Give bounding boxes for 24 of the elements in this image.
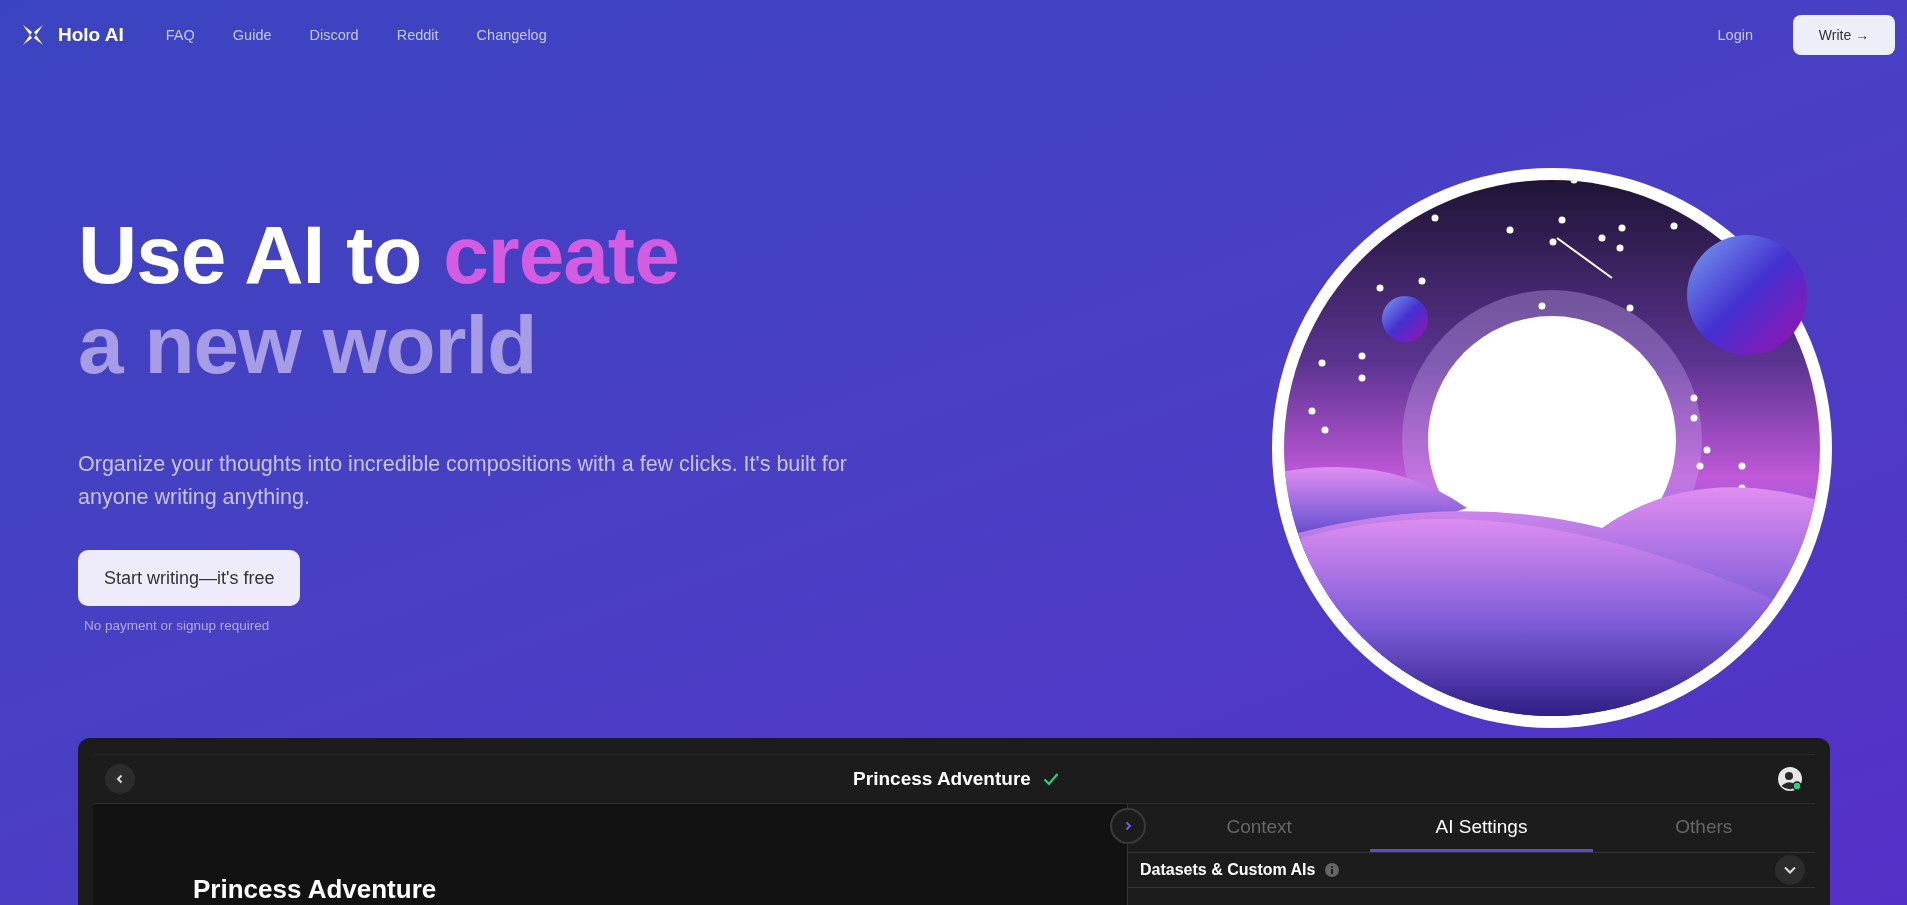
description: Organize your thoughts into incredible compositions with a few clicks. It's built for anyone writing anything. [78, 451, 848, 511]
brand-name: Holo AI [58, 24, 124, 46]
nav-link[interactable]: Reddit [396, 27, 439, 43]
nav-link[interactable]: Discord [309, 27, 359, 43]
write-button[interactable]: Write → [1793, 15, 1895, 55]
headline: Use AI to create [78, 210, 680, 300]
back-button[interactable] [105, 764, 135, 794]
logo-icon [22, 24, 44, 46]
nav-link[interactable]: Changelog [476, 27, 547, 43]
section-label: Datasets & Custom AIs [1140, 861, 1316, 879]
tab[interactable]: AI Settings [1370, 804, 1593, 852]
document-title: Princess Adventure [853, 768, 1031, 790]
subheadline: a new world [78, 300, 538, 390]
user-avatar-icon[interactable] [1777, 766, 1803, 792]
document-heading: Princess Adventure [193, 874, 438, 905]
start-writing-button[interactable]: Start writing—it's free [78, 550, 301, 606]
expand-section-button[interactable] [1775, 855, 1805, 885]
tab[interactable]: Others [1592, 804, 1815, 852]
nav-link[interactable]: Guide [232, 27, 272, 43]
note-text: No payment or signup required [84, 618, 271, 633]
nav-link[interactable]: FAQ [165, 27, 195, 43]
info-icon [1325, 863, 1340, 877]
login-link[interactable]: Login [1717, 27, 1753, 43]
tab[interactable]: Context [1148, 804, 1371, 852]
